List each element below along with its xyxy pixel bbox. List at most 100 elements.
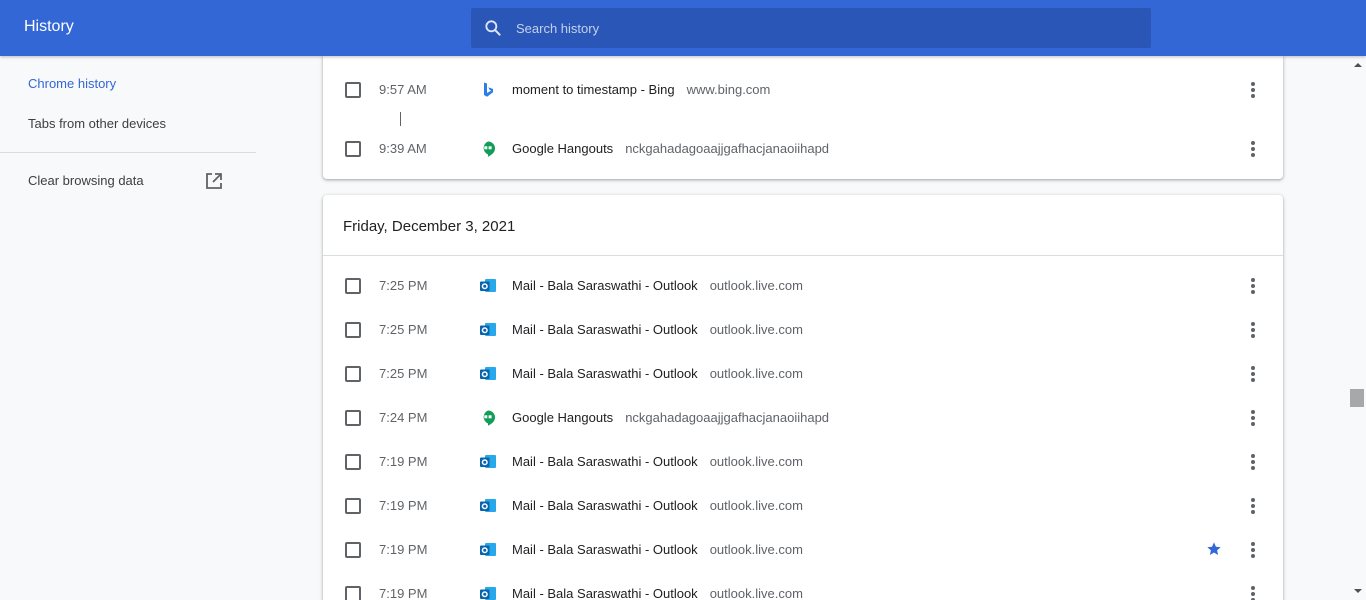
row-checkbox[interactable] [345, 322, 361, 338]
star-icon[interactable] [1206, 541, 1222, 557]
entry-title[interactable]: Mail - Bala Saraswathi - Outlook [512, 586, 698, 600]
more-actions-icon[interactable] [1243, 139, 1263, 159]
outlook-icon [480, 587, 496, 600]
more-actions-icon[interactable] [1243, 276, 1263, 296]
visit-time: 7:19 PM [379, 454, 428, 469]
outlook-icon [480, 499, 496, 512]
visit-time: 7:24 PM [379, 410, 428, 425]
more-actions-icon[interactable] [1243, 452, 1263, 472]
bing-icon [484, 82, 493, 97]
search-input[interactable] [516, 8, 1116, 48]
more-actions-icon[interactable] [1243, 408, 1263, 428]
row-checkbox[interactable] [345, 366, 361, 382]
card-divider [323, 255, 1283, 256]
entry-title[interactable]: Google Hangouts [512, 410, 613, 425]
visit-time: 7:25 PM [379, 322, 428, 337]
history-entry[interactable]: Mail - Bala Saraswathi - Outlook outlook.… [512, 542, 803, 557]
history-row[interactable]: 7:19 PM Mail - Bala Saraswathi - Outlook… [323, 528, 1283, 572]
more-actions-icon[interactable] [1243, 320, 1263, 340]
connector-line [400, 112, 401, 126]
entry-domain: www.bing.com [686, 82, 771, 97]
page-title: History [24, 18, 74, 35]
search-icon [485, 20, 501, 36]
entry-domain: outlook.live.com [709, 278, 803, 293]
entry-domain: outlook.live.com [709, 322, 803, 337]
row-checkbox[interactable] [345, 542, 361, 558]
history-entry[interactable]: Mail - Bala Saraswathi - Outlook outlook.… [512, 322, 803, 337]
visit-time: 9:39 AM [379, 141, 427, 156]
row-checkbox[interactable] [345, 454, 361, 470]
history-entry[interactable]: Google Hangouts nckgahadagoaajjgafhacjana… [512, 410, 829, 425]
history-entry[interactable]: Mail - Bala Saraswathi - Outlook outlook.… [512, 498, 803, 513]
row-checkbox[interactable] [345, 278, 361, 294]
outlook-icon [480, 323, 496, 336]
history-entry[interactable]: Mail - Bala Saraswathi - Outlook outlook.… [512, 454, 803, 469]
history-entry[interactable]: Google Hangouts nckgahadagoaajjgafhacjana… [512, 141, 829, 156]
row-checkbox[interactable] [345, 141, 361, 157]
more-actions-icon[interactable] [1243, 496, 1263, 516]
visit-time: 9:57 AM [379, 82, 427, 97]
entry-domain: nckgahadagoaajjgafhacjanaoiihapd [625, 141, 830, 156]
search-box[interactable] [471, 8, 1151, 48]
entry-title[interactable]: moment to timestamp - Bing [512, 82, 675, 97]
sidebar-item-tabs-other-devices[interactable]: Tabs from other devices [28, 116, 166, 131]
history-entry[interactable]: Mail - Bala Saraswathi - Outlook outlook.… [512, 278, 803, 293]
visit-time: 7:25 PM [379, 278, 428, 293]
visit-time: 7:25 PM [379, 366, 428, 381]
entry-domain: outlook.live.com [709, 586, 803, 600]
more-actions-icon[interactable] [1243, 364, 1263, 384]
history-row[interactable]: 7:24 PM Google Hangouts nckgahadagoaajjga… [323, 396, 1283, 440]
history-row[interactable]: 7:25 PM Mail - Bala Saraswathi - Outlook… [323, 264, 1283, 308]
entry-domain: outlook.live.com [709, 542, 803, 557]
more-actions-icon[interactable] [1243, 80, 1263, 100]
entry-title[interactable]: Mail - Bala Saraswathi - Outlook [512, 366, 698, 381]
history-row[interactable]: 7:25 PM Mail - Bala Saraswathi - Outlook… [323, 352, 1283, 396]
entry-title[interactable]: Mail - Bala Saraswathi - Outlook [512, 278, 698, 293]
row-checkbox[interactable] [345, 410, 361, 426]
entry-domain: nckgahadagoaajjgafhacjanaoiihapd [625, 410, 830, 425]
entry-title[interactable]: Mail - Bala Saraswathi - Outlook [512, 322, 698, 337]
open-in-new-icon[interactable] [205, 172, 223, 190]
hangouts-icon [483, 141, 495, 157]
row-checkbox[interactable] [345, 498, 361, 514]
top-bar: History [0, 0, 1366, 56]
scroll-down-arrow-icon[interactable] [1353, 586, 1363, 596]
scrollbar-thumb[interactable] [1350, 389, 1364, 407]
more-actions-icon[interactable] [1243, 584, 1263, 600]
row-checkbox[interactable] [345, 82, 361, 98]
entry-title[interactable]: Mail - Bala Saraswathi - Outlook [512, 542, 698, 557]
row-checkbox[interactable] [345, 586, 361, 600]
history-row[interactable]: 7:19 PM Mail - Bala Saraswathi - Outlook… [323, 572, 1283, 600]
entry-domain: outlook.live.com [709, 498, 803, 513]
entry-title[interactable]: Google Hangouts [512, 141, 613, 156]
outlook-icon [480, 279, 496, 292]
sidebar-divider [0, 152, 256, 153]
entry-domain: outlook.live.com [709, 454, 803, 469]
history-row[interactable]: 7:19 PM Mail - Bala Saraswathi - Outlook… [323, 440, 1283, 484]
history-card-earlier: 9:57 AM moment to timestamp - Bing www.bi… [323, 56, 1283, 179]
hangouts-icon [483, 410, 495, 426]
history-entry[interactable]: Mail - Bala Saraswathi - Outlook outlook.… [512, 366, 803, 381]
outlook-icon [480, 367, 496, 380]
entry-title[interactable]: Mail - Bala Saraswathi - Outlook [512, 498, 698, 513]
history-entry[interactable]: Mail - Bala Saraswathi - Outlook outlook.… [512, 586, 803, 600]
visit-time: 7:19 PM [379, 498, 428, 513]
history-row[interactable]: 7:19 PM Mail - Bala Saraswathi - Outlook… [323, 484, 1283, 528]
history-card-date-group: Friday, December 3, 2021 7:25 PM Mail - … [323, 195, 1283, 600]
outlook-icon [480, 455, 496, 468]
visit-time: 7:19 PM [379, 542, 428, 557]
more-actions-icon[interactable] [1243, 540, 1263, 560]
sidebar: Chrome history Tabs from other devices C… [0, 56, 256, 600]
entry-title[interactable]: Mail - Bala Saraswathi - Outlook [512, 454, 698, 469]
history-row[interactable]: 9:39 AM Google Hangouts nckgahadagoaajjga… [323, 127, 1283, 171]
scroll-up-arrow-icon[interactable] [1353, 60, 1363, 70]
date-heading: Friday, December 3, 2021 [343, 218, 516, 235]
history-entry[interactable]: moment to timestamp - Bing www.bing.com [512, 82, 770, 97]
history-row[interactable]: 7:25 PM Mail - Bala Saraswathi - Outlook… [323, 308, 1283, 352]
history-row[interactable]: 9:57 AM moment to timestamp - Bing www.bi… [323, 68, 1283, 112]
sidebar-item-clear-browsing-data[interactable]: Clear browsing data [28, 173, 144, 188]
entry-domain: outlook.live.com [709, 366, 803, 381]
visit-time: 7:19 PM [379, 586, 428, 600]
outlook-icon [480, 543, 496, 556]
sidebar-item-chrome-history[interactable]: Chrome history [28, 76, 116, 91]
